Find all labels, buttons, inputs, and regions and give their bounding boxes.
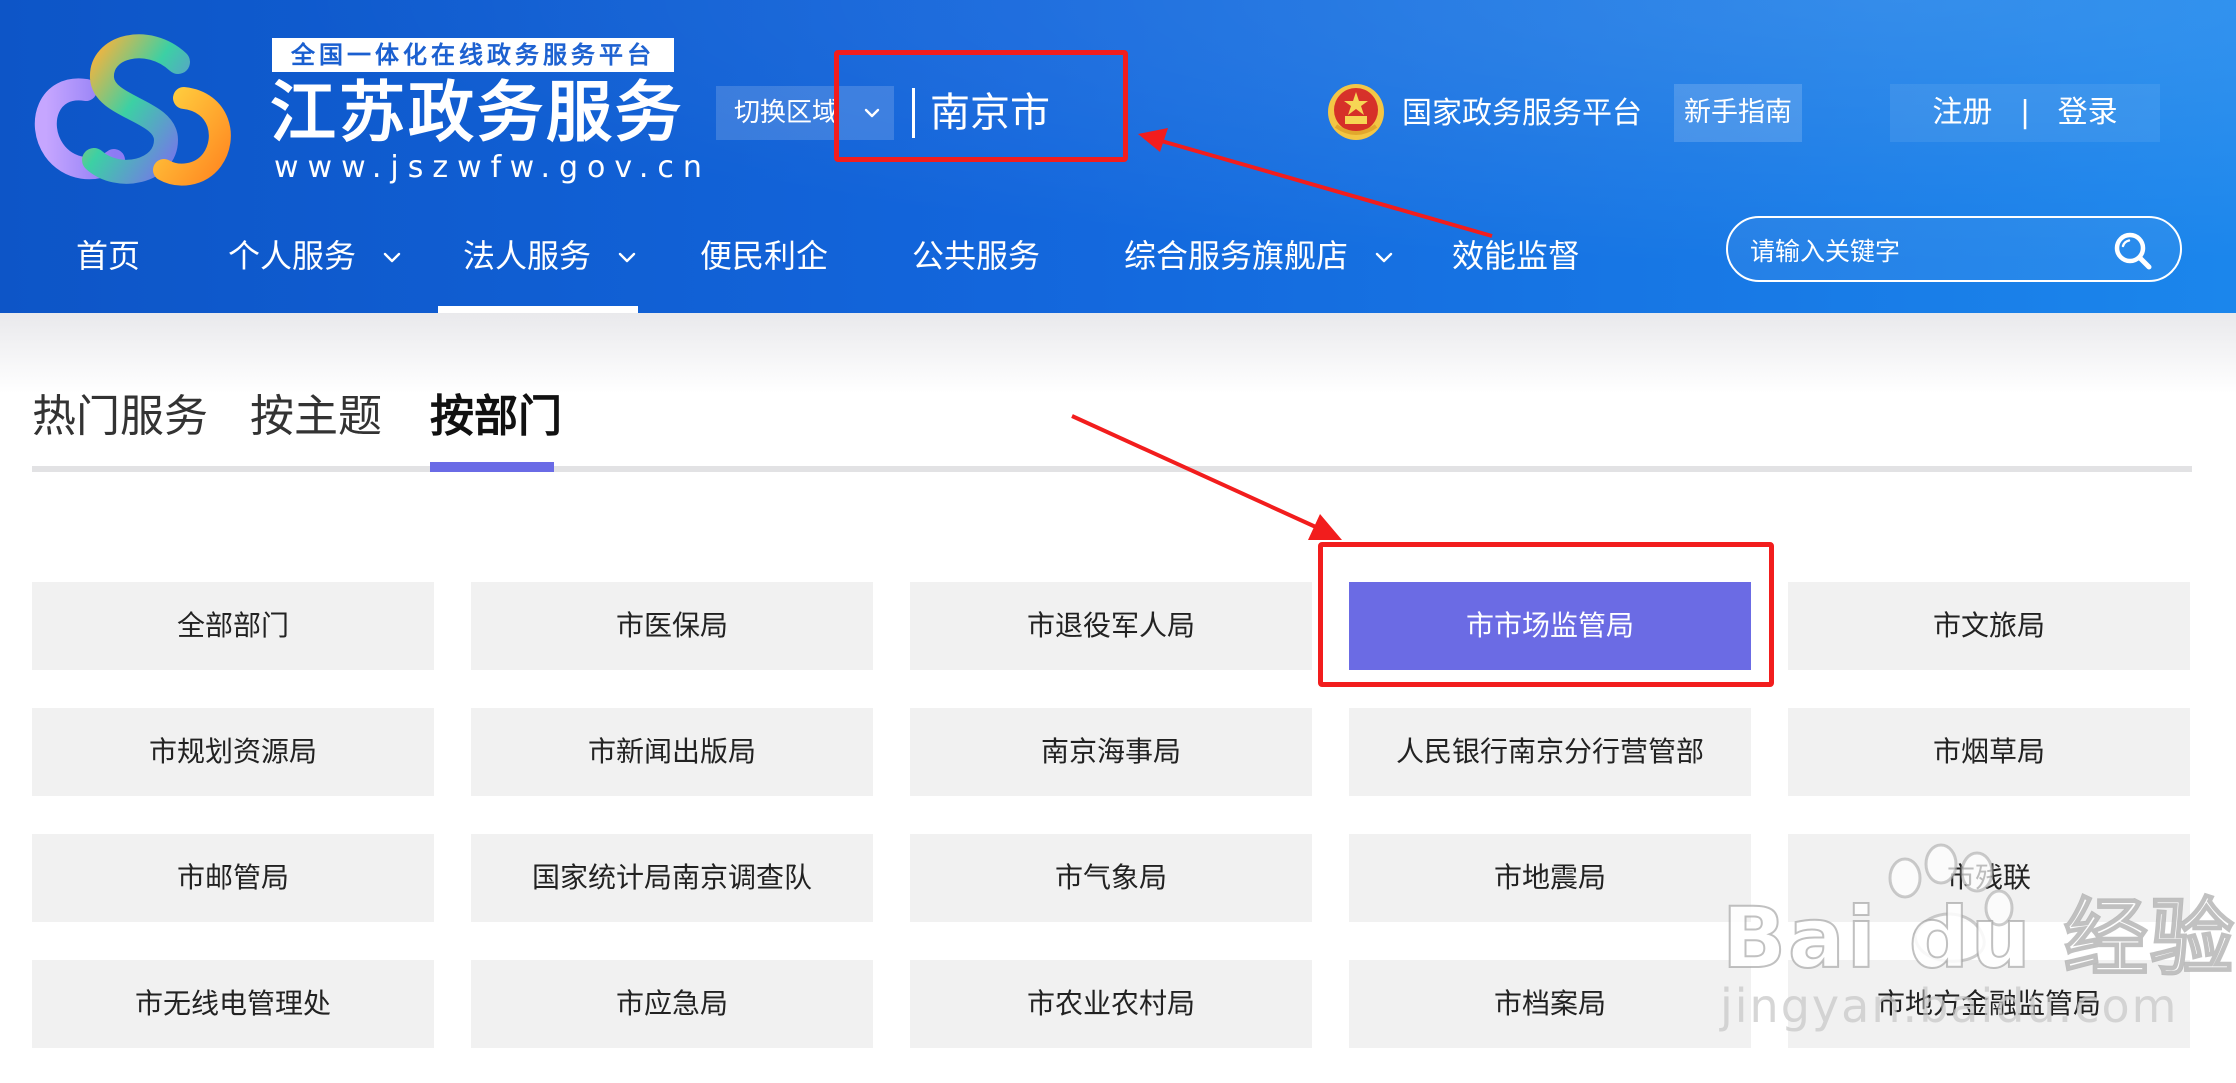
- site-title[interactable]: 江苏政务服务: [270, 74, 684, 152]
- watermark-brand: Bai du 经验: [1721, 888, 2236, 988]
- dept-item[interactable]: 南京海事局: [910, 708, 1312, 796]
- dept-item[interactable]: 国家统计局南京调查队: [471, 834, 873, 922]
- nav-item-convenience[interactable]: 便民利企: [700, 228, 828, 313]
- dept-item-all[interactable]: 全部部门: [32, 582, 434, 670]
- dept-item[interactable]: 市应急局: [471, 960, 873, 1048]
- main-nav: 首页 个人服务 法人服务 便民利企 公共服务 综合服务旗舰店 效能监督: [0, 228, 1680, 313]
- nav-item-public-service[interactable]: 公共服务: [912, 228, 1040, 313]
- dept-item[interactable]: 市气象局: [910, 834, 1312, 922]
- nav-active-indicator: [438, 306, 638, 313]
- tab-divider: [32, 466, 2192, 472]
- platform-slogan: 全国一体化在线政务服务平台: [272, 38, 674, 72]
- nav-item-home[interactable]: 首页: [76, 228, 140, 313]
- chevron-down-icon: [1375, 252, 1393, 263]
- dept-item[interactable]: 市退役军人局: [910, 582, 1312, 670]
- nav-item-label: 效能监督: [1452, 237, 1581, 275]
- auth-separator: |: [2019, 95, 2031, 130]
- annotation-box-region: [834, 50, 1128, 162]
- dept-item[interactable]: 市医保局: [471, 582, 873, 670]
- annotation-arrowhead: [1308, 514, 1342, 540]
- tab-by-topic[interactable]: 按主题: [250, 380, 382, 454]
- annotation-box-department: [1318, 542, 1774, 687]
- tab-active-indicator: [430, 462, 554, 472]
- search-input[interactable]: [1748, 230, 2112, 272]
- chevron-down-icon: [383, 252, 401, 263]
- dept-item[interactable]: 市无线电管理处: [32, 960, 434, 1048]
- beginner-guide-button[interactable]: 新手指南: [1674, 84, 1802, 142]
- site-domain: www.jszwfw.gov.cn: [274, 150, 711, 185]
- national-platform-link[interactable]: 国家政务服务平台: [1402, 90, 1642, 138]
- register-link[interactable]: 注册: [1932, 95, 1992, 130]
- chevron-down-icon: [618, 252, 636, 263]
- nav-item-label: 法人服务: [463, 237, 592, 275]
- dept-item[interactable]: 市地震局: [1349, 834, 1751, 922]
- tab-by-department[interactable]: 按部门: [430, 380, 562, 454]
- dept-item[interactable]: 市邮管局: [32, 834, 434, 922]
- nav-item-label: 综合服务旗舰店: [1124, 237, 1349, 275]
- nav-item-label: 个人服务: [228, 237, 357, 275]
- dept-item[interactable]: 市档案局: [1349, 960, 1751, 1048]
- tab-hot-services[interactable]: 热门服务: [32, 380, 208, 454]
- search-box: [1726, 216, 2182, 282]
- nav-item-efficiency-supervision[interactable]: 效能监督: [1452, 228, 1580, 313]
- watermark-url: jingyan.baidu.com: [1720, 979, 2179, 1033]
- dept-item[interactable]: 市文旅局: [1788, 582, 2190, 670]
- auth-links: 注册 | 登录: [1890, 84, 2160, 142]
- nav-item-personal[interactable]: 个人服务: [228, 228, 404, 313]
- nav-item-legal-person[interactable]: 法人服务: [463, 228, 639, 313]
- dept-item[interactable]: 市规划资源局: [32, 708, 434, 796]
- dept-item[interactable]: 市农业农村局: [910, 960, 1312, 1048]
- nav-item-label: 公共服务: [912, 237, 1041, 275]
- service-tabs: 热门服务 按主题 按部门: [32, 380, 2192, 472]
- nav-item-label: 便民利企: [700, 237, 829, 275]
- dept-item[interactable]: 人民银行南京分行营管部: [1349, 708, 1751, 796]
- nav-item-label: 首页: [76, 237, 141, 275]
- dept-item[interactable]: 市新闻出版局: [471, 708, 873, 796]
- region-switch-label: 切换区域: [734, 98, 839, 128]
- national-emblem-icon: [1328, 84, 1384, 140]
- nav-item-flagship-store[interactable]: 综合服务旗舰店: [1124, 228, 1396, 313]
- search-icon[interactable]: [2112, 230, 2154, 272]
- jiangsu-logo-icon[interactable]: [28, 32, 238, 192]
- login-link[interactable]: 登录: [2058, 95, 2118, 130]
- dept-item[interactable]: 市烟草局: [1788, 708, 2190, 796]
